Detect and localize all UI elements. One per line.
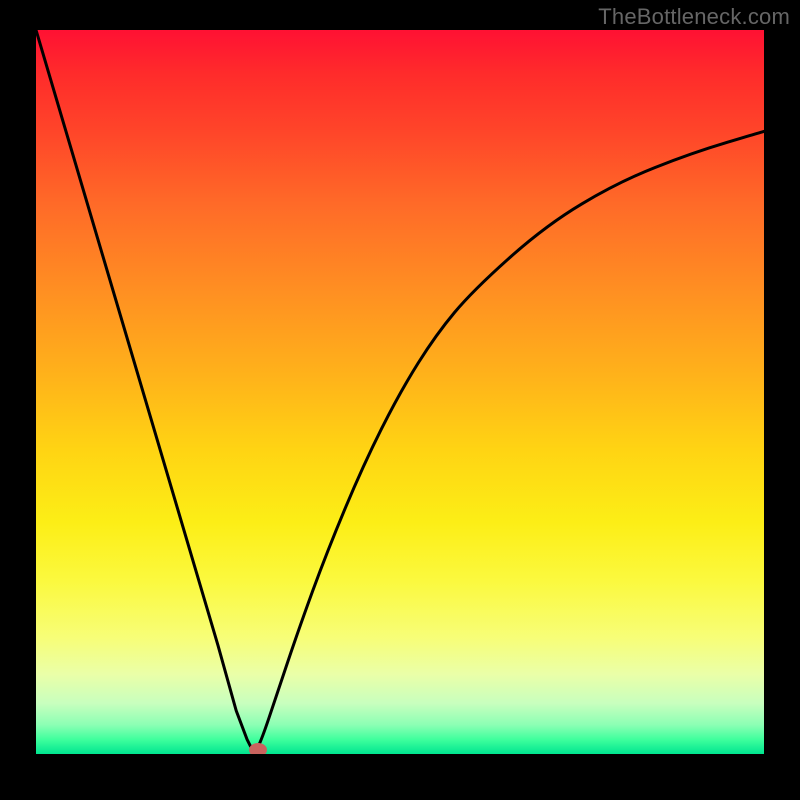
watermark-text: TheBottleneck.com bbox=[598, 4, 790, 30]
plot-area bbox=[36, 30, 764, 754]
trough-dot bbox=[249, 743, 267, 754]
curve-svg bbox=[36, 30, 764, 754]
chart-frame: TheBottleneck.com bbox=[0, 0, 800, 800]
bottleneck-curve bbox=[36, 30, 764, 754]
